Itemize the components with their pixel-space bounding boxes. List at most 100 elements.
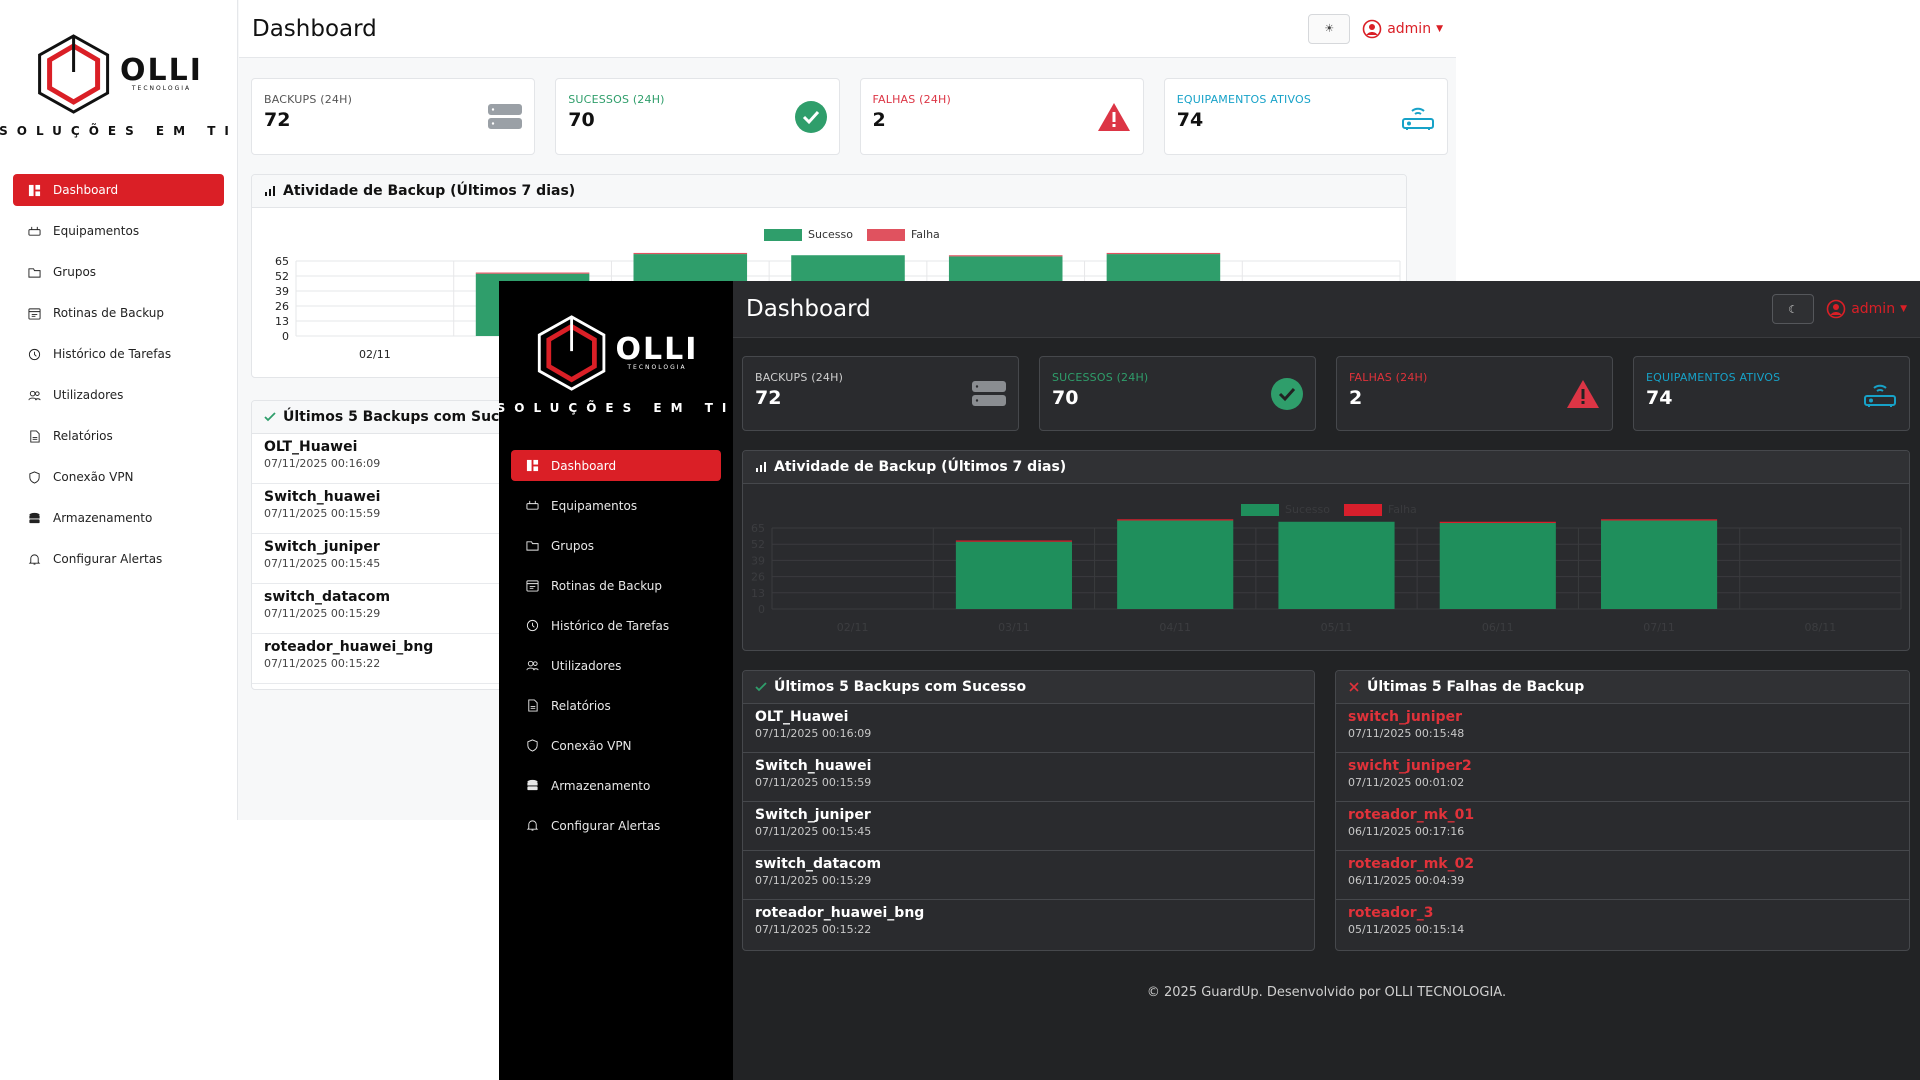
chart-bar-falha[interactable] [1117,519,1234,521]
theme-toggle-button[interactable]: ☀ [1308,13,1351,44]
list-item[interactable]: OLT_Huawei 07/11/2025 00:16:09 [743,704,1314,753]
chart-bar-sucesso[interactable] [1439,523,1556,609]
list-item[interactable]: switch_datacom 07/11/2025 00:15:29 [743,851,1314,900]
sidebar-item-label: Rotinas de Backup [551,578,663,593]
bell-icon [27,552,41,566]
hexagon-logo-icon [537,315,606,391]
list-item[interactable]: roteador_huawei_bng 07/11/2025 00:15:22 [743,900,1314,949]
sidebar-item-rotinas[interactable]: Rotinas de Backup [13,297,224,329]
check-icon [264,412,276,422]
database-icon [27,511,41,525]
sidebar-item-label: Dashboard [53,183,119,197]
card-backups: BACKUPS (24H) 72 [742,356,1019,431]
sidebar-item-vpn[interactable]: Conexão VPN [13,461,224,493]
sidebar-item-dashboard[interactable]: Dashboard [511,450,721,481]
sidebar-item-vpn[interactable]: Conexão VPN [511,730,721,761]
card-value: 74 [1176,109,1204,131]
sidebar-item-relatorios[interactable]: Relatórios [13,420,224,452]
sidebar-item-label: Armazenamento [551,778,651,793]
card-value: 72 [264,109,291,131]
row-name: roteador_huawei_bng [755,905,925,921]
chart-bar-sucesso[interactable] [955,541,1072,609]
sidebar-item-armazenamento[interactable]: Armazenamento [511,770,721,801]
report-icon [27,429,41,443]
sidebar-item-historico[interactable]: Histórico de Tarefas [13,338,224,370]
row-name: roteador_3 [1348,905,1434,921]
sidebar-item-rotinas[interactable]: Rotinas de Backup [511,570,721,601]
sidebar-item-label: Conexão VPN [53,470,134,484]
sidebar-item-label: Relatórios [551,698,611,713]
sidebar-item-utilizadores[interactable]: Utilizadores [511,650,721,681]
router-icon [1402,107,1434,130]
dark-window: OLLI TECNOLOGIA SOLUÇÕES EM TI Dashboard… [499,281,1920,1080]
card-sucessos: SUCESSOS (24H) 70 [1039,356,1316,431]
database-icon [525,779,539,793]
row-date: 07/11/2025 00:16:09 [755,727,872,740]
user-menu[interactable]: admin ▼ [1362,19,1443,39]
server-icon [972,380,1006,406]
card-value: 70 [1052,387,1079,409]
y-tick-label: 26 [751,571,765,584]
chart-bar-falha[interactable] [1439,521,1556,524]
sidebar-item-equipamentos[interactable]: Equipamentos [511,490,721,521]
sidebar-item-equipamentos[interactable]: Equipamentos [13,215,224,247]
brand-logo: OLLI TECNOLOGIA SOLUÇÕES EM TI [0,32,238,138]
sidebar: OLLI TECNOLOGIA SOLUÇÕES EM TI Dashboard… [499,281,733,1080]
user-avatar-icon [1362,19,1382,38]
panel-title: Últimos 5 Backups com Sucesso [774,679,1027,695]
server-icon [488,103,523,129]
user-avatar-icon [1826,299,1846,319]
chart-bar-sucesso[interactable] [1601,520,1718,609]
sidebar-item-utilizadores[interactable]: Utilizadores [13,379,224,411]
chart-bar-falha[interactable] [948,255,1063,257]
panel-header: Últimos 5 Backups com Sucesso [743,671,1314,704]
theme-toggle-button[interactable]: ☾ [1772,294,1815,324]
sidebar-item-label: Armazenamento [53,511,153,525]
page-title: Dashboard [252,15,377,42]
list-item[interactable]: roteador_mk_02 06/11/2025 00:04:39 [1336,851,1909,900]
brand-logo: OLLI TECNOLOGIA SOLUÇÕES EM TI [499,313,735,415]
list-item[interactable]: swicht_juniper2 07/11/2025 00:01:02 [1336,753,1909,802]
user-menu[interactable]: admin ▼ [1826,299,1907,319]
row-name: roteador_mk_01 [1348,807,1475,823]
sidebar-item-label: Grupos [53,265,97,279]
footer: © 2025 GuardUp. Desenvolvido por OLLI TE… [1146,985,1507,1000]
devices-icon [27,224,41,238]
list-item[interactable]: Switch_huawei 07/11/2025 00:15:59 [743,753,1314,802]
check-circle-icon [1271,377,1303,410]
user-name: admin [1387,20,1432,37]
sidebar-item-armazenamento[interactable]: Armazenamento [13,502,224,534]
top-bar: Dashboard ☀ admin ▼ [239,0,1456,58]
sidebar-item-relatorios[interactable]: Relatórios [511,690,721,721]
sidebar-item-alertas[interactable]: Configurar Alertas [13,543,224,575]
chart-bar-sucesso[interactable] [1117,520,1234,609]
bell-icon [525,819,539,833]
row-date: 07/11/2025 00:15:59 [755,776,872,789]
user-name: admin [1851,301,1896,317]
dashboard-icon [27,183,41,197]
chart-bar-sucesso[interactable] [1278,521,1395,609]
chart-bar-falha[interactable] [955,540,1072,542]
list-item[interactable]: roteador_3 05/11/2025 00:15:14 [1336,900,1909,949]
y-tick-label: 26 [275,300,289,313]
brand-name: OLLI [120,53,203,88]
chart-bar-falha[interactable] [1601,519,1718,521]
sidebar-item-grupos[interactable]: Grupos [13,256,224,288]
chart-bar-falha[interactable] [1106,252,1221,255]
sidebar-item-label: Equipamentos [551,498,638,513]
brand-name: OLLI [615,332,699,367]
x-tick-label: 08/11 [1805,621,1837,634]
sidebar-item-alertas[interactable]: Configurar Alertas [511,810,721,841]
top-bar: Dashboard ☾ admin ▼ [733,281,1920,338]
list-item[interactable]: roteador_mk_01 06/11/2025 00:17:16 [1336,802,1909,851]
chart-bar-falha[interactable] [475,272,590,274]
sidebar-item-dashboard[interactable]: Dashboard [13,174,224,206]
card-value: 70 [568,109,595,131]
y-tick-label: 65 [275,255,289,268]
clock-icon [525,619,539,633]
sidebar-item-historico[interactable]: Histórico de Tarefas [511,610,721,641]
chart-bar-falha[interactable] [633,252,748,255]
list-item[interactable]: Switch_juniper 07/11/2025 00:15:45 [743,802,1314,851]
sidebar-item-grupos[interactable]: Grupos [511,530,721,561]
list-item[interactable]: switch_juniper 07/11/2025 00:15:48 [1336,704,1909,753]
